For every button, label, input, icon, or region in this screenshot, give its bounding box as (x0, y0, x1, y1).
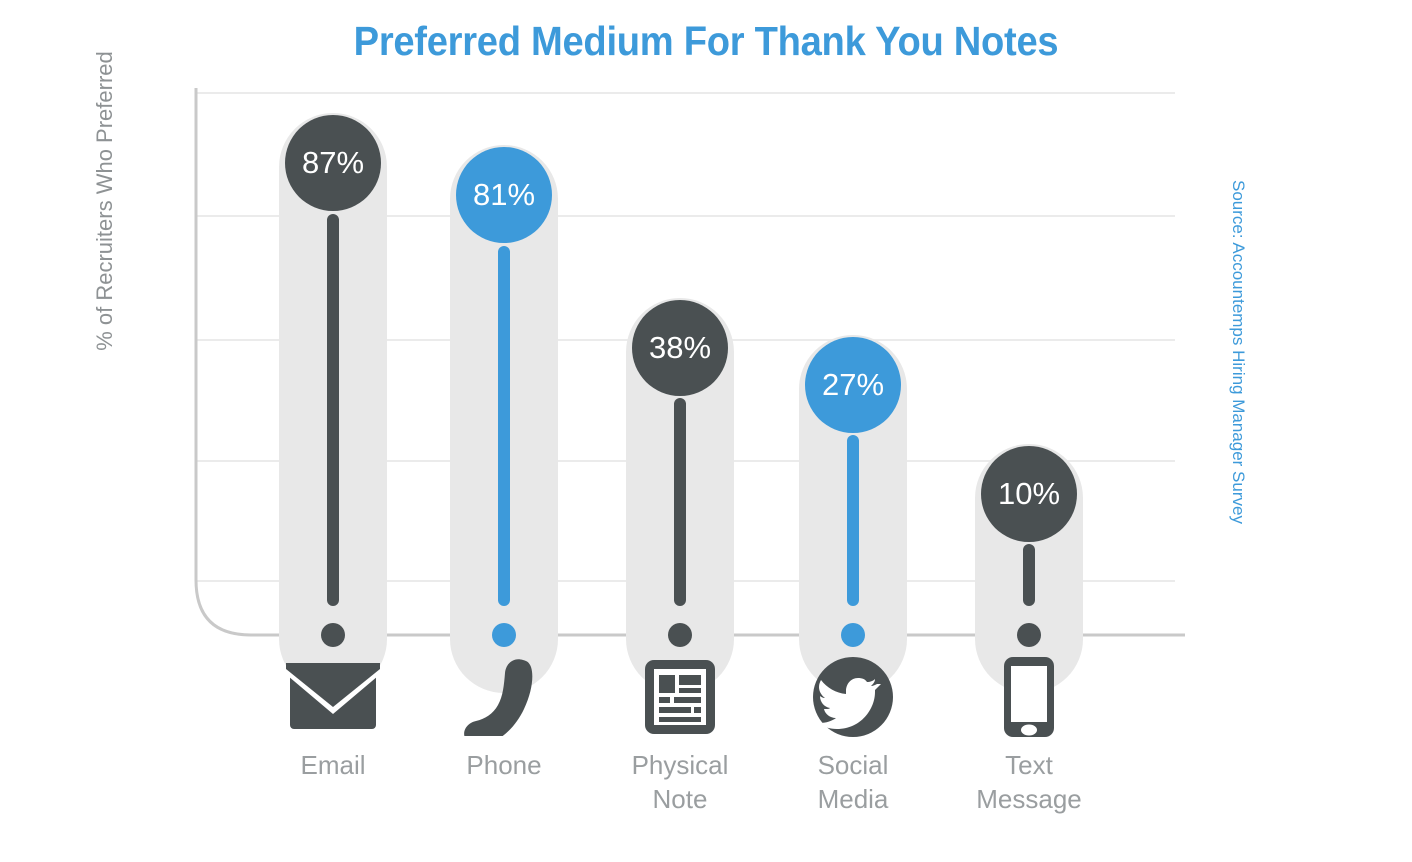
cat-label-line: Physical (631, 750, 729, 780)
bar-stem (327, 214, 339, 606)
chart-title: Preferred Medium For Thank You Notes (353, 18, 1059, 64)
bar-group-email[interactable]: 87% (278, 86, 388, 693)
bar-group-text-message[interactable]: 10% (974, 86, 1084, 693)
cat-label-social-media: Social Media (763, 748, 943, 816)
cat-label-text-message: Text Message (939, 748, 1119, 816)
phone-icon (449, 655, 559, 739)
bar-stem (498, 246, 510, 606)
document-icon (625, 655, 735, 739)
bar-group-phone[interactable]: 81% (449, 86, 559, 693)
bar-bubble-social-media[interactable]: 27% (805, 337, 901, 433)
axis-dot-social-media (841, 623, 865, 647)
bar-bubble-email[interactable]: 87% (285, 115, 381, 211)
envelope-icon (278, 655, 388, 739)
cat-label-email: Email (243, 748, 423, 782)
cat-label-line: Media (817, 784, 889, 814)
cat-label-line: Email (300, 750, 366, 780)
cat-label-phone: Phone (414, 748, 594, 782)
bar-value-label: 27% (821, 366, 885, 402)
bar-group-social-media[interactable]: 27% (798, 86, 908, 693)
bar-value-label: 38% (648, 329, 712, 365)
bar-value-label: 81% (472, 176, 536, 212)
bar-group-physical-note[interactable]: 38% (625, 86, 735, 693)
twitter-icon (798, 655, 908, 739)
bar-bubble-phone[interactable]: 81% (456, 147, 552, 243)
cat-label-line: Note (652, 784, 708, 814)
bar-bubble-text-message[interactable]: 10% (981, 446, 1077, 542)
smartphone-icon (974, 655, 1084, 739)
axis-dot-email (321, 623, 345, 647)
axis-dot-phone (492, 623, 516, 647)
cat-label-line: Phone (466, 750, 542, 780)
bar-value-label: 87% (301, 144, 365, 180)
axis-dot-physical-note (668, 623, 692, 647)
bar-bubble-physical-note[interactable]: 38% (632, 300, 728, 396)
axis-dot-text-message (1017, 623, 1041, 647)
bar-stem (674, 398, 686, 606)
cat-label-line: Text (1005, 750, 1053, 780)
bar-stem (1023, 544, 1035, 606)
cat-label-line: Message (976, 784, 1082, 814)
bar-value-label: 10% (997, 475, 1061, 511)
y-axis-title: % of Recruiters Who Preferred (92, 51, 117, 351)
chart-container: Preferred Medium For Thank You Notes % o… (0, 0, 1412, 862)
cat-label-line: Social (817, 750, 889, 780)
source-note: Source: Accountemps Hiring Manager Surve… (1229, 180, 1248, 524)
cat-label-physical-note: Physical Note (590, 748, 770, 816)
bar-stem (847, 435, 859, 606)
